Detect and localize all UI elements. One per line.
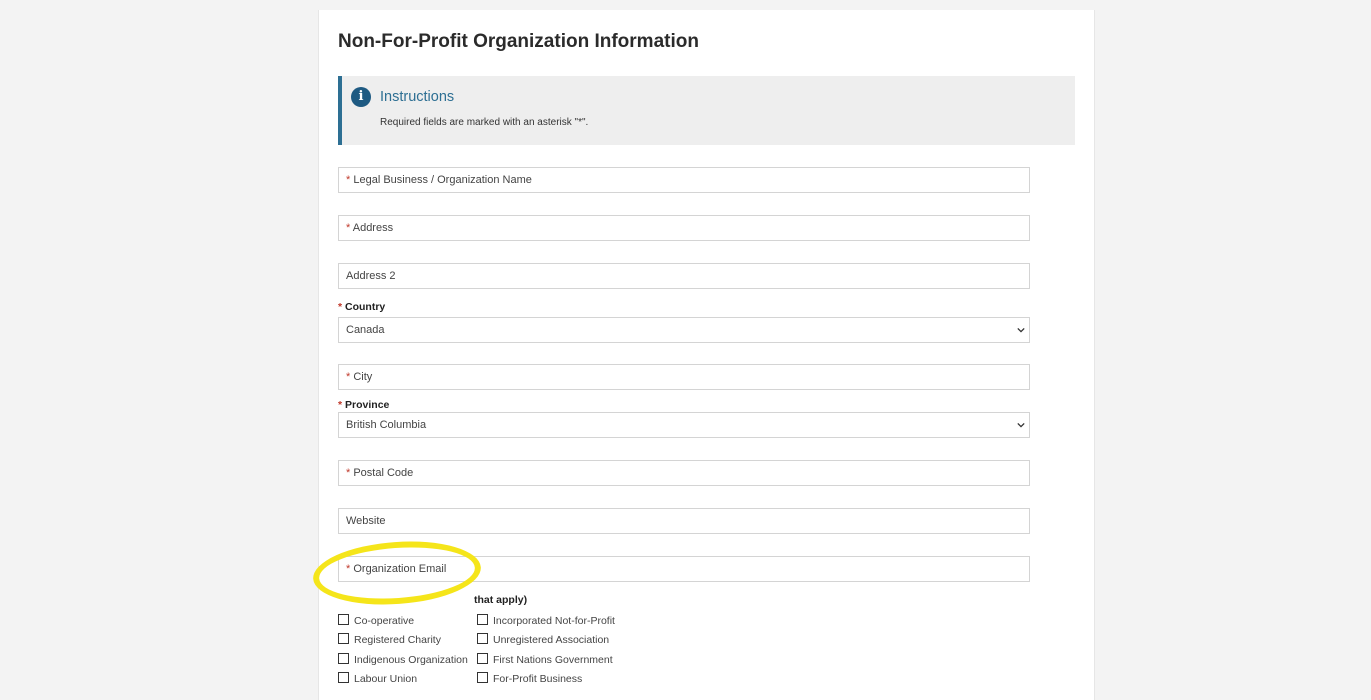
- city-field[interactable]: * City: [338, 364, 1030, 390]
- option-first-nations-government[interactable]: First Nations Government: [477, 653, 613, 666]
- checkbox[interactable]: [338, 614, 349, 625]
- legal-name-field[interactable]: * Legal Business / Organization Name: [338, 167, 1030, 193]
- city-placeholder: * City: [346, 371, 373, 383]
- instructions-title: Instructions: [380, 89, 455, 105]
- org-email-placeholder: * Organization Email: [346, 563, 447, 575]
- address-placeholder: * Address: [346, 222, 394, 234]
- checkbox[interactable]: [338, 653, 349, 664]
- country-select[interactable]: Canada: [338, 317, 1030, 343]
- chevron-down-icon: [1017, 422, 1025, 428]
- address2-field[interactable]: Address 2: [338, 263, 1030, 289]
- option-incorporated-not-for-profit[interactable]: Incorporated Not-for-Profit: [477, 614, 615, 627]
- info-icon: i: [351, 87, 371, 107]
- option-co-operative[interactable]: Co-operative: [338, 614, 414, 627]
- address-field[interactable]: * Address: [338, 215, 1030, 241]
- checkbox[interactable]: [477, 672, 488, 683]
- org-email-field[interactable]: * Organization Email: [338, 556, 1030, 582]
- website-field[interactable]: Website: [338, 508, 1030, 534]
- option-unregistered-association[interactable]: Unregistered Association: [477, 633, 609, 646]
- country-value: Canada: [346, 324, 385, 336]
- legal-name-placeholder: * Legal Business / Organization Name: [346, 174, 532, 186]
- checkbox[interactable]: [477, 614, 488, 625]
- checkbox[interactable]: [338, 672, 349, 683]
- postal-code-field[interactable]: * Postal Code: [338, 460, 1030, 486]
- org-type-label: that apply): [474, 594, 528, 606]
- province-label: * Province: [338, 399, 390, 411]
- checkbox[interactable]: [477, 653, 488, 664]
- instructions-text: Required fields are marked with an aster…: [380, 117, 589, 128]
- address2-placeholder: Address 2: [346, 270, 396, 282]
- chevron-down-icon: [1017, 327, 1025, 333]
- province-value: British Columbia: [346, 419, 427, 431]
- option-registered-charity[interactable]: Registered Charity: [338, 633, 441, 646]
- country-label: * Country: [338, 301, 386, 313]
- form-card: Non-For-Profit Organization Information …: [311, 10, 1095, 700]
- page-title: Non-For-Profit Organization Information: [338, 31, 699, 52]
- postal-code-placeholder: * Postal Code: [346, 467, 414, 479]
- checkbox[interactable]: [477, 633, 488, 644]
- instructions-box: i Instructions Required fields are marke…: [338, 76, 1075, 145]
- option-indigenous-organization[interactable]: Indigenous Organization: [338, 653, 468, 666]
- website-placeholder: Website: [346, 515, 386, 527]
- province-select[interactable]: British Columbia: [338, 412, 1030, 438]
- checkbox[interactable]: [338, 633, 349, 644]
